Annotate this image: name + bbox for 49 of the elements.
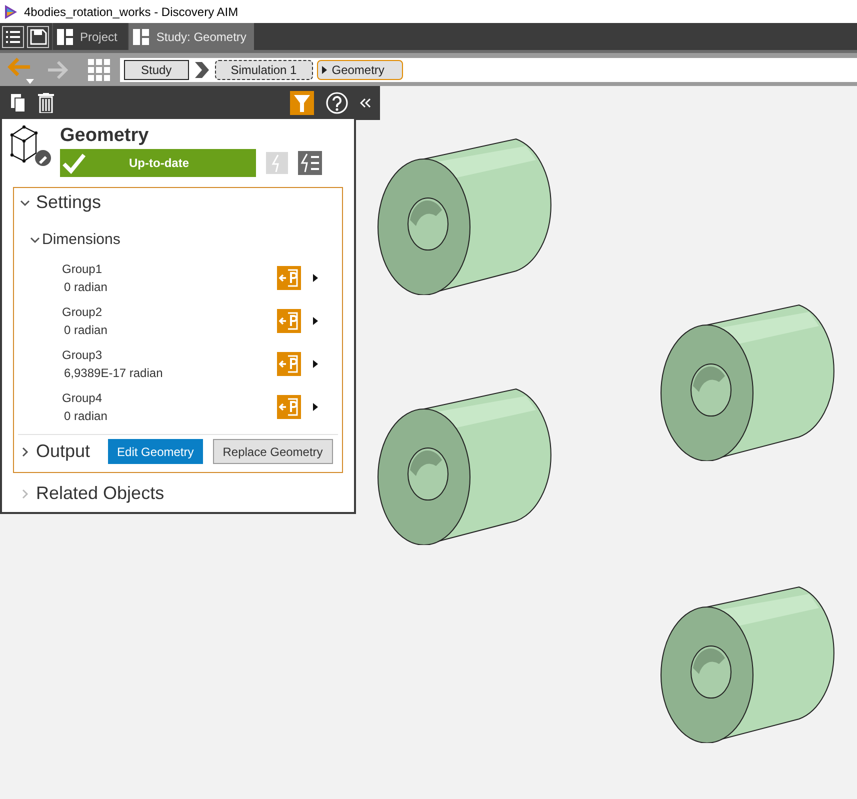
parameter-icon[interactable]	[277, 309, 301, 333]
caret-icon[interactable]	[313, 360, 318, 368]
parameter-value: 0 radian	[63, 280, 108, 294]
parameter-label: Group1	[62, 262, 104, 276]
layout-icon	[57, 28, 73, 44]
caret-icon[interactable]	[313, 403, 318, 411]
section-title[interactable]: Output	[36, 441, 90, 462]
parameter-value: 0 radian	[63, 323, 108, 337]
parameter-icon[interactable]	[277, 266, 301, 290]
checkmark-icon	[62, 152, 86, 174]
parameter-value: 6,9389E-17 radian	[63, 366, 164, 380]
breadcrumb-item[interactable]: Simulation 1	[214, 60, 313, 80]
collapse-icon[interactable]	[360, 97, 372, 109]
caret-icon[interactable]	[313, 274, 318, 282]
help-icon[interactable]	[326, 92, 348, 114]
geometry-button[interactable]: Replace Geometry	[212, 439, 333, 464]
tab[interactable]: Study: Geometry	[128, 23, 254, 50]
section-title[interactable]: Related Objects	[36, 483, 164, 504]
copy-icon[interactable]	[10, 93, 26, 113]
app-logo-icon	[4, 4, 18, 20]
parameter-label: Group2	[62, 305, 104, 319]
filter-icon[interactable]	[290, 91, 314, 115]
status-bar: Up-to-date	[60, 149, 256, 177]
trash-icon[interactable]	[38, 93, 54, 113]
parameter-icon[interactable]	[277, 352, 301, 376]
grid-icon[interactable]	[88, 58, 110, 80]
chevron-icon	[192, 60, 211, 80]
section-title[interactable]: Settings	[36, 192, 102, 213]
breadcrumb-item[interactable]: Geometry	[316, 60, 404, 80]
geometry-button[interactable]: Edit Geometry	[108, 439, 203, 464]
menu-icon[interactable]	[2, 26, 24, 48]
collapsed-chevron-icon[interactable]	[20, 446, 30, 456]
parameter-label: Group3	[62, 348, 104, 362]
cube-icon	[10, 125, 52, 167]
caret-icon[interactable]	[313, 317, 318, 325]
panel-title: Geometry	[60, 125, 150, 147]
parameter-icon[interactable]	[277, 395, 301, 419]
expanded-chevron-icon[interactable]	[30, 234, 40, 244]
save-icon[interactable]	[27, 26, 49, 48]
layout-icon	[133, 28, 150, 44]
tab[interactable]: Project	[52, 23, 126, 50]
parameter-label: Group4	[62, 391, 104, 405]
caret-icon	[322, 66, 327, 74]
lightning-list-icon[interactable]	[298, 151, 322, 175]
parameter-value: 0 radian	[63, 409, 108, 423]
subsection-title[interactable]: Dimensions	[42, 231, 120, 248]
expanded-chevron-icon[interactable]	[20, 198, 30, 208]
breadcrumb-item[interactable]: Study	[124, 60, 189, 80]
window-title: 4bodies_rotation_works - Discovery AIM	[24, 4, 238, 18]
